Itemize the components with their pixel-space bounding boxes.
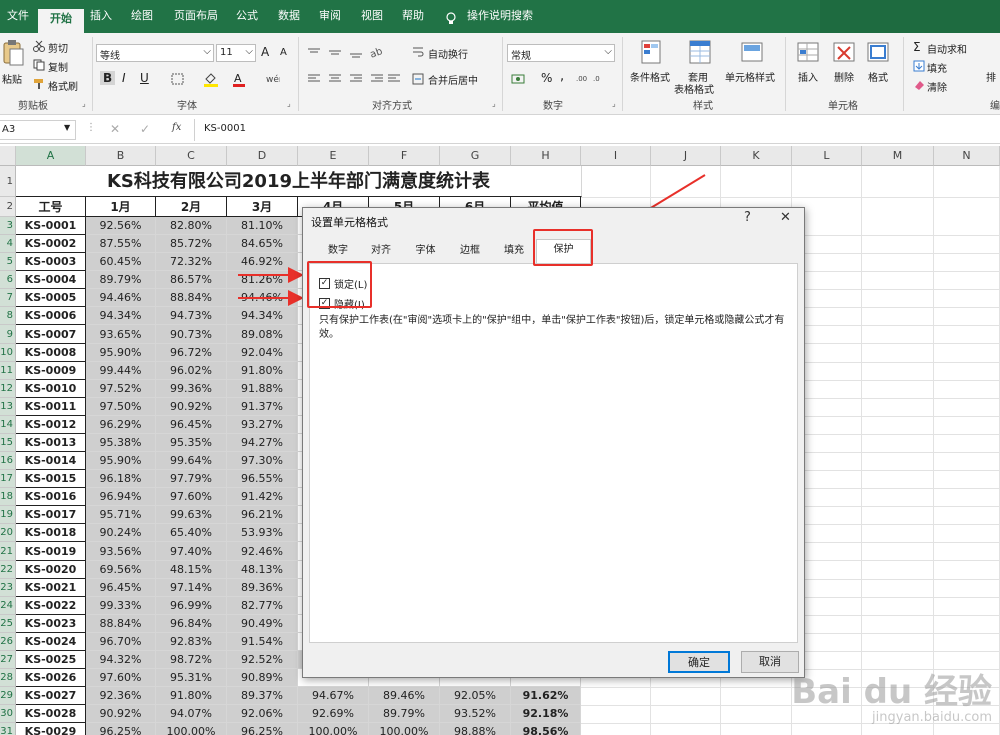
watermark-url: jingyan.baidu.com <box>872 710 992 725</box>
excel-window: 文件 开始 插入 绘图 页面布局 公式 数据 审阅 视图 帮助 操作说明搜索 粘… <box>0 0 1000 735</box>
protection-panel: ✓ 锁定(L) ✓ 隐藏(I) 只有保护工作表(在"审阅"选项卡上的"保护"组中… <box>309 263 798 643</box>
help-button[interactable]: ? <box>744 210 751 225</box>
ok-button[interactable]: 确定 <box>668 651 730 673</box>
baidu-watermark: Bai du 经验 jingyan.baidu.com <box>791 674 992 725</box>
dialog-tab[interactable]: 字体 <box>404 241 447 263</box>
dialog-tab[interactable]: 对齐 <box>360 241 402 263</box>
cancel-button[interactable]: 取消 <box>741 651 799 673</box>
format-cells-dialog: 设置单元格格式 ? ✕ 数字 对齐 字体 边框 填充 保护 ✓ 锁定(L) ✓ 隐藏(I)… <box>302 207 805 678</box>
checkbox-highlight <box>307 261 372 308</box>
protection-tab-highlight <box>533 229 593 266</box>
dialog-tab[interactable]: 边框 <box>449 241 491 263</box>
dialog-tab[interactable]: 填充 <box>493 241 535 263</box>
dialog-title: 设置单元格格式 <box>311 216 388 229</box>
watermark-brand: Bai du 经验 <box>791 672 992 712</box>
dialog-tab[interactable]: 数字 <box>317 241 359 263</box>
protection-note: 只有保护工作表(在"审阅"选项卡上的"保护"组中，单击"保护工作表"按钮)后，锁… <box>319 315 785 340</box>
close-button[interactable]: ✕ <box>780 210 791 225</box>
